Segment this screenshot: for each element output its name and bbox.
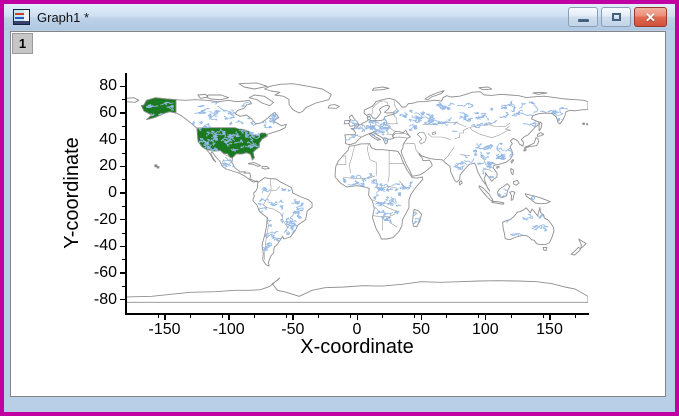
x-major-tick xyxy=(549,315,551,320)
x-tick-label: -150 xyxy=(133,321,197,339)
graph-window: Graph1 * ✕ 1 -150-100-500501001508060402… xyxy=(0,0,679,416)
world-map xyxy=(126,73,588,313)
x-major-tick xyxy=(228,315,230,320)
minimize-icon xyxy=(578,19,589,22)
x-minor-tick xyxy=(414,315,415,318)
y-tick-label: -80 xyxy=(57,291,117,309)
y-major-tick xyxy=(120,166,125,168)
x-minor-tick xyxy=(575,315,576,318)
x-minor-tick xyxy=(286,315,287,318)
x-major-tick xyxy=(292,315,294,320)
x-minor-tick xyxy=(543,315,544,318)
y-axis-line xyxy=(125,73,127,314)
x-minor-tick xyxy=(446,315,447,318)
titlebar[interactable]: Graph1 * ✕ xyxy=(4,4,675,30)
x-minor-tick xyxy=(254,315,255,318)
layer-badge[interactable]: 1 xyxy=(12,33,33,54)
y-axis-title: Y-coordinate xyxy=(61,93,85,293)
antarctica-outline xyxy=(126,278,588,303)
y-major-tick xyxy=(120,272,125,274)
x-minor-tick xyxy=(318,315,319,318)
close-button[interactable]: ✕ xyxy=(634,7,667,27)
y-minor-tick xyxy=(122,259,125,260)
x-minor-tick xyxy=(478,315,479,318)
y-minor-tick xyxy=(122,233,125,234)
x-minor-tick xyxy=(158,315,159,318)
x-tick-label: 150 xyxy=(518,321,582,339)
plot-area[interactable] xyxy=(126,73,588,313)
x-major-tick xyxy=(357,315,359,320)
x-axis-title: X-coordinate xyxy=(257,336,457,359)
y-minor-tick xyxy=(122,99,125,100)
close-icon: ✕ xyxy=(645,11,656,24)
y-major-tick xyxy=(120,112,125,114)
restore-icon xyxy=(612,13,621,21)
x-minor-tick xyxy=(511,315,512,318)
y-minor-tick xyxy=(122,179,125,180)
y-major-tick xyxy=(120,219,125,221)
x-minor-tick xyxy=(222,315,223,318)
y-minor-tick xyxy=(122,206,125,207)
y-minor-tick xyxy=(122,286,125,287)
y-major-tick xyxy=(120,299,125,301)
y-major-tick xyxy=(120,246,125,248)
x-major-tick xyxy=(421,315,423,320)
y-minor-tick xyxy=(122,126,125,127)
minimize-button[interactable] xyxy=(568,7,598,27)
y-major-tick xyxy=(120,139,125,141)
y-major-tick xyxy=(120,86,125,88)
restore-button[interactable] xyxy=(601,7,631,27)
graph-window-icon xyxy=(13,9,30,25)
land-layer xyxy=(126,83,588,266)
x-minor-tick xyxy=(382,315,383,318)
y-minor-tick xyxy=(122,153,125,154)
x-major-tick xyxy=(164,315,166,320)
x-minor-tick xyxy=(190,315,191,318)
x-major-tick xyxy=(485,315,487,320)
window-title: Graph1 * xyxy=(37,10,89,25)
y-major-tick xyxy=(120,192,125,194)
x-tick-label: -100 xyxy=(197,321,261,339)
x-tick-label: 100 xyxy=(453,321,517,339)
x-minor-tick xyxy=(350,315,351,318)
